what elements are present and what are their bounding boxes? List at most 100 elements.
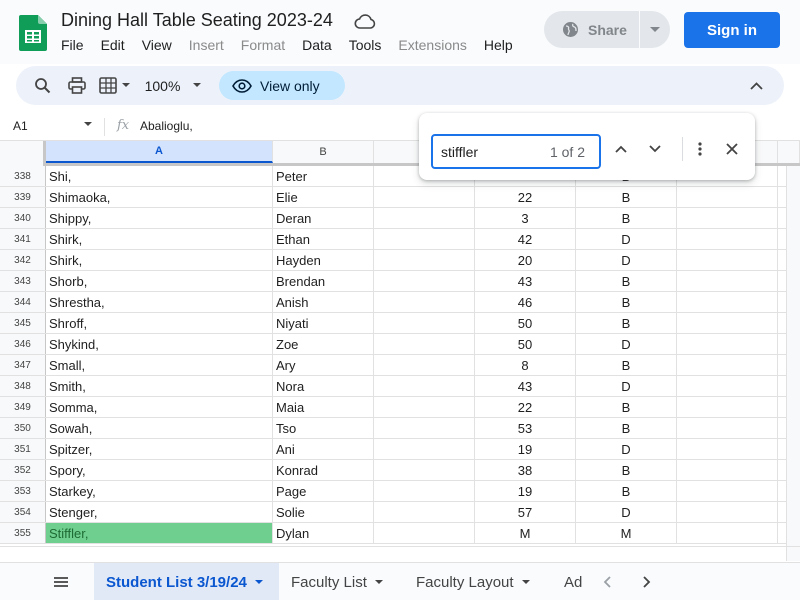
cell-last-name[interactable]: Shimaoka, [46,187,273,207]
cell-last-name[interactable]: Smith, [46,376,273,396]
cell-first-name[interactable]: Elie [273,187,374,207]
cell-last-name[interactable]: Starkey, [46,481,273,501]
cell-table[interactable]: 22 [475,187,576,207]
cell-empty[interactable] [374,418,475,438]
vertical-scrollbar[interactable] [786,166,800,561]
cell-empty[interactable] [374,187,475,207]
cell-last-name[interactable]: Shirk, [46,229,273,249]
cloud-status-icon[interactable] [354,14,376,30]
select-all-corner[interactable] [0,141,46,166]
cell-last-name[interactable]: Shirk, [46,250,273,270]
view-only-button[interactable]: View only [219,71,345,100]
cell-first-name[interactable]: Maia [273,397,374,417]
row-number[interactable]: 351 [0,439,46,459]
cell-empty[interactable] [677,313,778,333]
cell-last-name[interactable]: Shi, [46,166,273,186]
cell-last-name[interactable]: Small, [46,355,273,375]
cell-section[interactable]: B [576,313,677,333]
menu-help[interactable]: Help [484,37,513,53]
menu-tools[interactable]: Tools [349,37,382,53]
all-sheets-menu-icon[interactable] [50,572,72,592]
cell-empty[interactable] [374,313,475,333]
cell-empty[interactable] [374,460,475,480]
menu-data[interactable]: Data [302,37,332,53]
scroll-tabs-right-button[interactable] [637,572,657,592]
sign-in-button[interactable]: Sign in [684,12,780,48]
formula-input[interactable]: Abalioglu, [140,119,193,133]
caret-down-icon[interactable] [521,579,530,585]
cell-table[interactable]: M [475,523,576,543]
cell-table[interactable]: 43 [475,376,576,396]
cell-section[interactable]: B [576,208,677,228]
cell-empty[interactable] [677,355,778,375]
caret-down-icon[interactable] [84,122,92,127]
row-number[interactable]: 339 [0,187,46,207]
cell-first-name[interactable]: Dylan [273,523,374,543]
cell-table[interactable]: 53 [475,418,576,438]
cell-empty[interactable] [677,208,778,228]
scroll-tabs-left-button[interactable] [597,572,617,592]
cell-empty[interactable] [374,481,475,501]
cell-last-name[interactable]: Shrestha, [46,292,273,312]
cell-table[interactable]: 43 [475,271,576,291]
cell-last-name[interactable]: Spitzer, [46,439,273,459]
cell-empty[interactable] [374,397,475,417]
share-dropdown-button[interactable] [640,11,670,48]
row-number[interactable]: 347 [0,355,46,375]
cell-last-name[interactable]: Stenger, [46,502,273,522]
row-number[interactable]: 346 [0,334,46,354]
cell-section[interactable]: D [576,439,677,459]
cell-empty[interactable] [374,334,475,354]
cell-empty[interactable] [677,481,778,501]
cell-table[interactable]: 50 [475,313,576,333]
row-number[interactable]: 341 [0,229,46,249]
zoom-select[interactable]: 100% [140,66,206,105]
cell-empty[interactable] [677,229,778,249]
menu-view[interactable]: View [142,37,172,53]
print-button[interactable] [65,66,89,105]
cell-section[interactable]: B [576,418,677,438]
row-number[interactable]: 344 [0,292,46,312]
cell-first-name[interactable]: Tso [273,418,374,438]
cell-last-name[interactable]: Shippy, [46,208,273,228]
name-box[interactable]: A1 [13,119,28,133]
sheets-logo-icon[interactable] [19,15,47,51]
cell-first-name[interactable]: Hayden [273,250,374,270]
previous-match-button[interactable] [609,137,633,161]
cell-empty[interactable] [374,523,475,543]
column-header[interactable] [778,141,800,163]
find-input[interactable]: stiffler 1 of 2 [431,134,601,169]
cell-section[interactable]: D [576,376,677,396]
cell-section[interactable]: D [576,250,677,270]
menu-edit[interactable]: Edit [101,37,125,53]
cell-section[interactable]: B [576,397,677,417]
cell-section[interactable]: B [576,355,677,375]
next-match-button[interactable] [643,137,667,161]
cell-empty[interactable] [374,250,475,270]
cell-section[interactable]: B [576,271,677,291]
row-number[interactable]: 353 [0,481,46,501]
cell-first-name[interactable]: Ethan [273,229,374,249]
collapse-toolbar-button[interactable] [746,66,766,105]
row-number[interactable]: 338 [0,166,46,186]
cell-empty[interactable] [677,397,778,417]
cell-empty[interactable] [374,376,475,396]
cell-empty[interactable] [677,460,778,480]
sheet-tab[interactable]: Faculty List [279,563,404,600]
cell-empty[interactable] [677,292,778,312]
cell-table[interactable]: 38 [475,460,576,480]
cell-table[interactable]: 20 [475,250,576,270]
cell-empty[interactable] [677,271,778,291]
cell-empty[interactable] [677,502,778,522]
cell-empty[interactable] [677,187,778,207]
row-number[interactable]: 354 [0,502,46,522]
cell-first-name[interactable]: Peter [273,166,374,186]
cell-table[interactable]: 50 [475,334,576,354]
cell-empty[interactable] [374,355,475,375]
cell-first-name[interactable]: Niyati [273,313,374,333]
cell-section[interactable]: D [576,334,677,354]
cell-section[interactable]: D [576,502,677,522]
cell-first-name[interactable]: Page [273,481,374,501]
cell-empty[interactable] [374,292,475,312]
cell-first-name[interactable]: Deran [273,208,374,228]
